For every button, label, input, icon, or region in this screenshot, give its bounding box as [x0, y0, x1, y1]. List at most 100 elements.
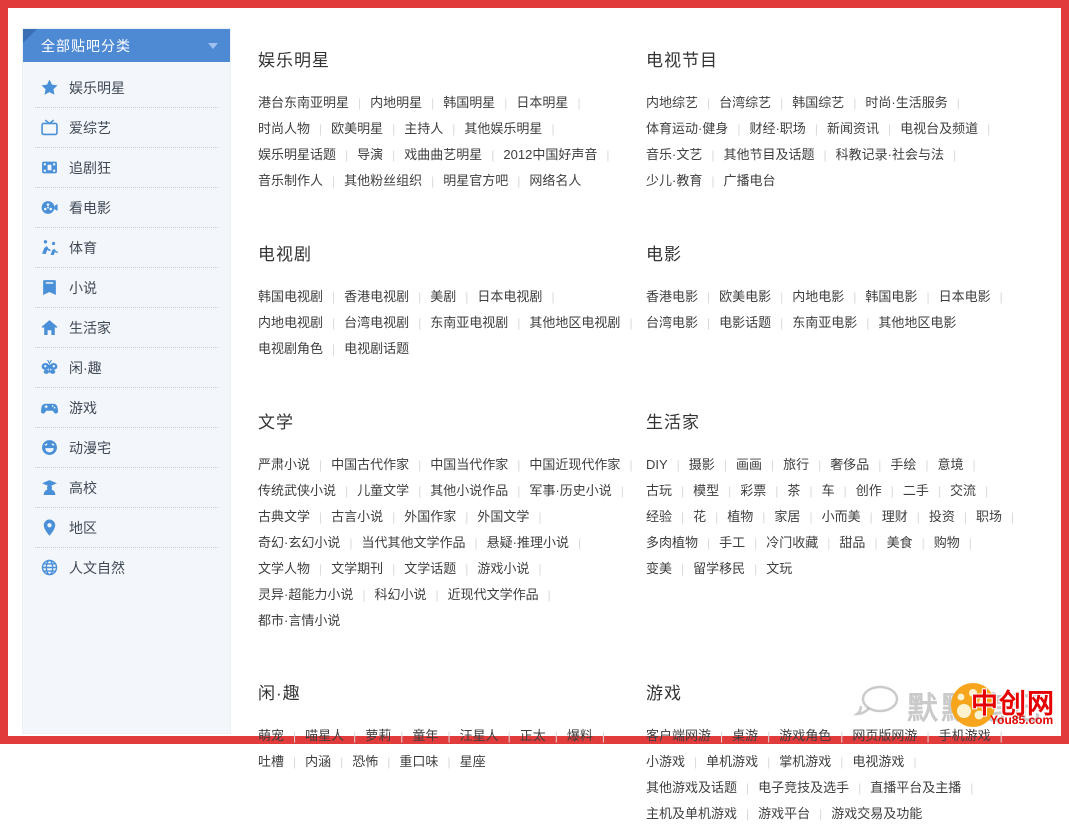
category-link[interactable]: 电子竞技及选手 — [758, 780, 849, 795]
category-link[interactable]: 电视游戏 — [852, 754, 904, 769]
category-link[interactable]: 植物 — [727, 509, 753, 524]
category-link[interactable]: 文学期刊 — [331, 561, 383, 576]
category-link[interactable]: 外国作家 — [404, 509, 456, 524]
category-link[interactable]: 财经·职场 — [749, 121, 805, 136]
category-link[interactable]: 其他地区电视剧 — [529, 315, 620, 330]
category-link[interactable]: 网络名人 — [529, 173, 581, 188]
category-link[interactable]: 美食 — [887, 535, 913, 550]
category-link[interactable]: 其他节目及话题 — [723, 147, 814, 162]
sidebar-item-novels[interactable]: 小说 — [35, 268, 218, 308]
category-link[interactable]: 内地明星 — [370, 95, 422, 110]
category-link[interactable]: 娱乐明星话题 — [258, 147, 336, 162]
category-link[interactable]: 经验 — [646, 509, 672, 524]
category-link[interactable]: 留学移民 — [693, 561, 745, 576]
category-link[interactable]: 军事·历史小说 — [529, 483, 611, 498]
category-link[interactable]: 冷门收藏 — [766, 535, 818, 550]
category-link[interactable]: 古玩 — [646, 483, 672, 498]
category-link[interactable]: DIY — [646, 457, 668, 472]
category-link[interactable]: 星座 — [460, 754, 486, 769]
category-link[interactable]: 恐怖 — [352, 754, 378, 769]
category-link[interactable]: 旅行 — [783, 457, 809, 472]
category-link[interactable]: 中国当代作家 — [430, 457, 508, 472]
category-link[interactable]: 手绘 — [890, 457, 916, 472]
category-link[interactable]: 文学人物 — [258, 561, 310, 576]
category-link[interactable]: 传统武侠小说 — [258, 483, 336, 498]
category-link[interactable]: 音乐·文艺 — [646, 147, 702, 162]
category-link[interactable]: 灵异·超能力小说 — [258, 587, 353, 602]
category-link[interactable]: 其他粉丝组织 — [344, 173, 422, 188]
category-link[interactable]: 电视台及频道 — [900, 121, 978, 136]
category-link[interactable]: 模型 — [693, 483, 719, 498]
category-link[interactable]: 新闻资讯 — [827, 121, 879, 136]
category-link[interactable]: 小游戏 — [646, 754, 685, 769]
sidebar-item-entertainment-stars[interactable]: 娱乐明星 — [35, 68, 218, 108]
category-link[interactable]: 创作 — [856, 483, 882, 498]
category-link[interactable]: 内地电影 — [792, 289, 844, 304]
category-link[interactable]: 古言小说 — [331, 509, 383, 524]
category-link[interactable]: 电影话题 — [719, 315, 771, 330]
category-link[interactable]: 韩国明星 — [443, 95, 495, 110]
category-link[interactable]: 单机游戏 — [706, 754, 758, 769]
category-link[interactable]: 中国古代作家 — [331, 457, 409, 472]
category-link[interactable]: 古典文学 — [258, 509, 310, 524]
sidebar-item-humanities-nature[interactable]: 人文自然 — [35, 548, 218, 587]
category-link[interactable]: 奇幻·玄幻小说 — [258, 535, 340, 550]
category-link[interactable]: 游戏交易及功能 — [831, 806, 922, 821]
category-link[interactable]: 科教记录·社会与法 — [836, 147, 944, 162]
category-link[interactable]: 美剧 — [430, 289, 456, 304]
category-link[interactable]: 家居 — [774, 509, 800, 524]
category-link[interactable]: 多肉植物 — [646, 535, 698, 550]
category-link[interactable]: 吐槽 — [258, 754, 284, 769]
category-link[interactable]: 萌宠 — [258, 728, 284, 743]
category-link[interactable]: 中国近现代作家 — [529, 457, 620, 472]
category-link[interactable]: 韩国电影 — [865, 289, 917, 304]
category-link[interactable]: 时尚人物 — [258, 121, 310, 136]
category-link[interactable]: 摄影 — [689, 457, 715, 472]
category-link[interactable]: 车 — [822, 483, 835, 498]
category-link[interactable]: 文玩 — [766, 561, 792, 576]
category-link[interactable]: 电视剧角色 — [258, 341, 323, 356]
category-link[interactable]: 韩国综艺 — [792, 95, 844, 110]
category-link[interactable]: 韩国电视剧 — [258, 289, 323, 304]
category-link[interactable]: 职场 — [976, 509, 1002, 524]
category-link[interactable]: 手工 — [719, 535, 745, 550]
category-link[interactable]: 戏曲曲艺明星 — [404, 147, 482, 162]
category-link[interactable]: 变美 — [646, 561, 672, 576]
category-link[interactable]: 欧美明星 — [331, 121, 383, 136]
category-link[interactable]: 导演 — [357, 147, 383, 162]
category-link[interactable]: 其他地区电影 — [878, 315, 956, 330]
category-link[interactable]: 游戏角色 — [779, 728, 831, 743]
category-link[interactable]: 主机及单机游戏 — [646, 806, 737, 821]
category-link[interactable]: 港台东南亚明星 — [258, 95, 349, 110]
category-link[interactable]: 交流 — [950, 483, 976, 498]
category-link[interactable]: 桌游 — [732, 728, 758, 743]
category-link[interactable]: 直播平台及主播 — [870, 780, 961, 795]
category-link[interactable]: 喵星人 — [305, 728, 344, 743]
category-link[interactable]: 客户端网游 — [646, 728, 711, 743]
category-link[interactable]: 手机游戏 — [939, 728, 991, 743]
category-link[interactable]: 台湾电影 — [646, 315, 698, 330]
category-link[interactable]: 主持人 — [404, 121, 443, 136]
sidebar-item-variety[interactable]: 爱综艺 — [35, 108, 218, 148]
category-link[interactable]: 画画 — [736, 457, 762, 472]
category-link[interactable]: 游戏小说 — [477, 561, 529, 576]
category-link[interactable]: 都市·言情小说 — [258, 613, 340, 628]
category-link[interactable]: 小而美 — [822, 509, 861, 524]
category-link[interactable]: 时尚·生活服务 — [865, 95, 947, 110]
category-link[interactable]: 日本电影 — [939, 289, 991, 304]
category-link[interactable]: 购物 — [934, 535, 960, 550]
category-link[interactable]: 科幻小说 — [374, 587, 426, 602]
sidebar-item-fun[interactable]: 闲·趣 — [35, 348, 218, 388]
category-link[interactable]: 内涵 — [305, 754, 331, 769]
category-link[interactable]: 内地综艺 — [646, 95, 698, 110]
sidebar-item-regions[interactable]: 地区 — [35, 508, 218, 548]
sidebar-item-lifestyle[interactable]: 生活家 — [35, 308, 218, 348]
category-link[interactable]: 投资 — [929, 509, 955, 524]
category-link[interactable]: 内地电视剧 — [258, 315, 323, 330]
category-link[interactable]: 意境 — [938, 457, 964, 472]
category-link[interactable]: 儿童文学 — [357, 483, 409, 498]
category-link[interactable]: 奢侈品 — [830, 457, 869, 472]
category-link[interactable]: 其他娱乐明星 — [464, 121, 542, 136]
category-link[interactable]: 明星官方吧 — [443, 173, 508, 188]
category-link[interactable]: 日本明星 — [516, 95, 568, 110]
